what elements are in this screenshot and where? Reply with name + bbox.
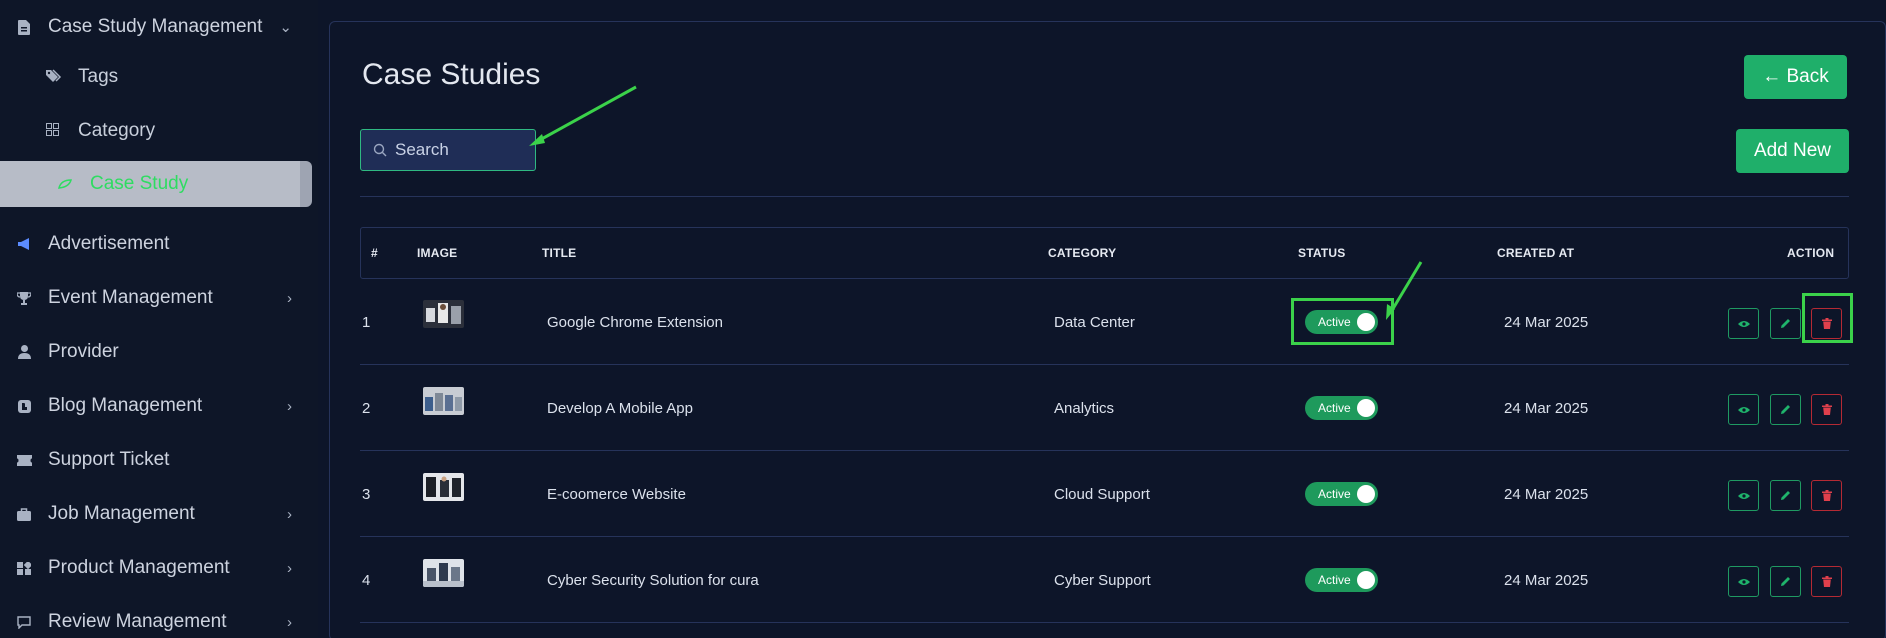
annotation-arrow-search — [537, 85, 637, 143]
annotation-arrowhead-search — [529, 134, 545, 146]
annotation-arrows — [529, 85, 1423, 320]
annotation-arrow-status — [1389, 261, 1423, 313]
